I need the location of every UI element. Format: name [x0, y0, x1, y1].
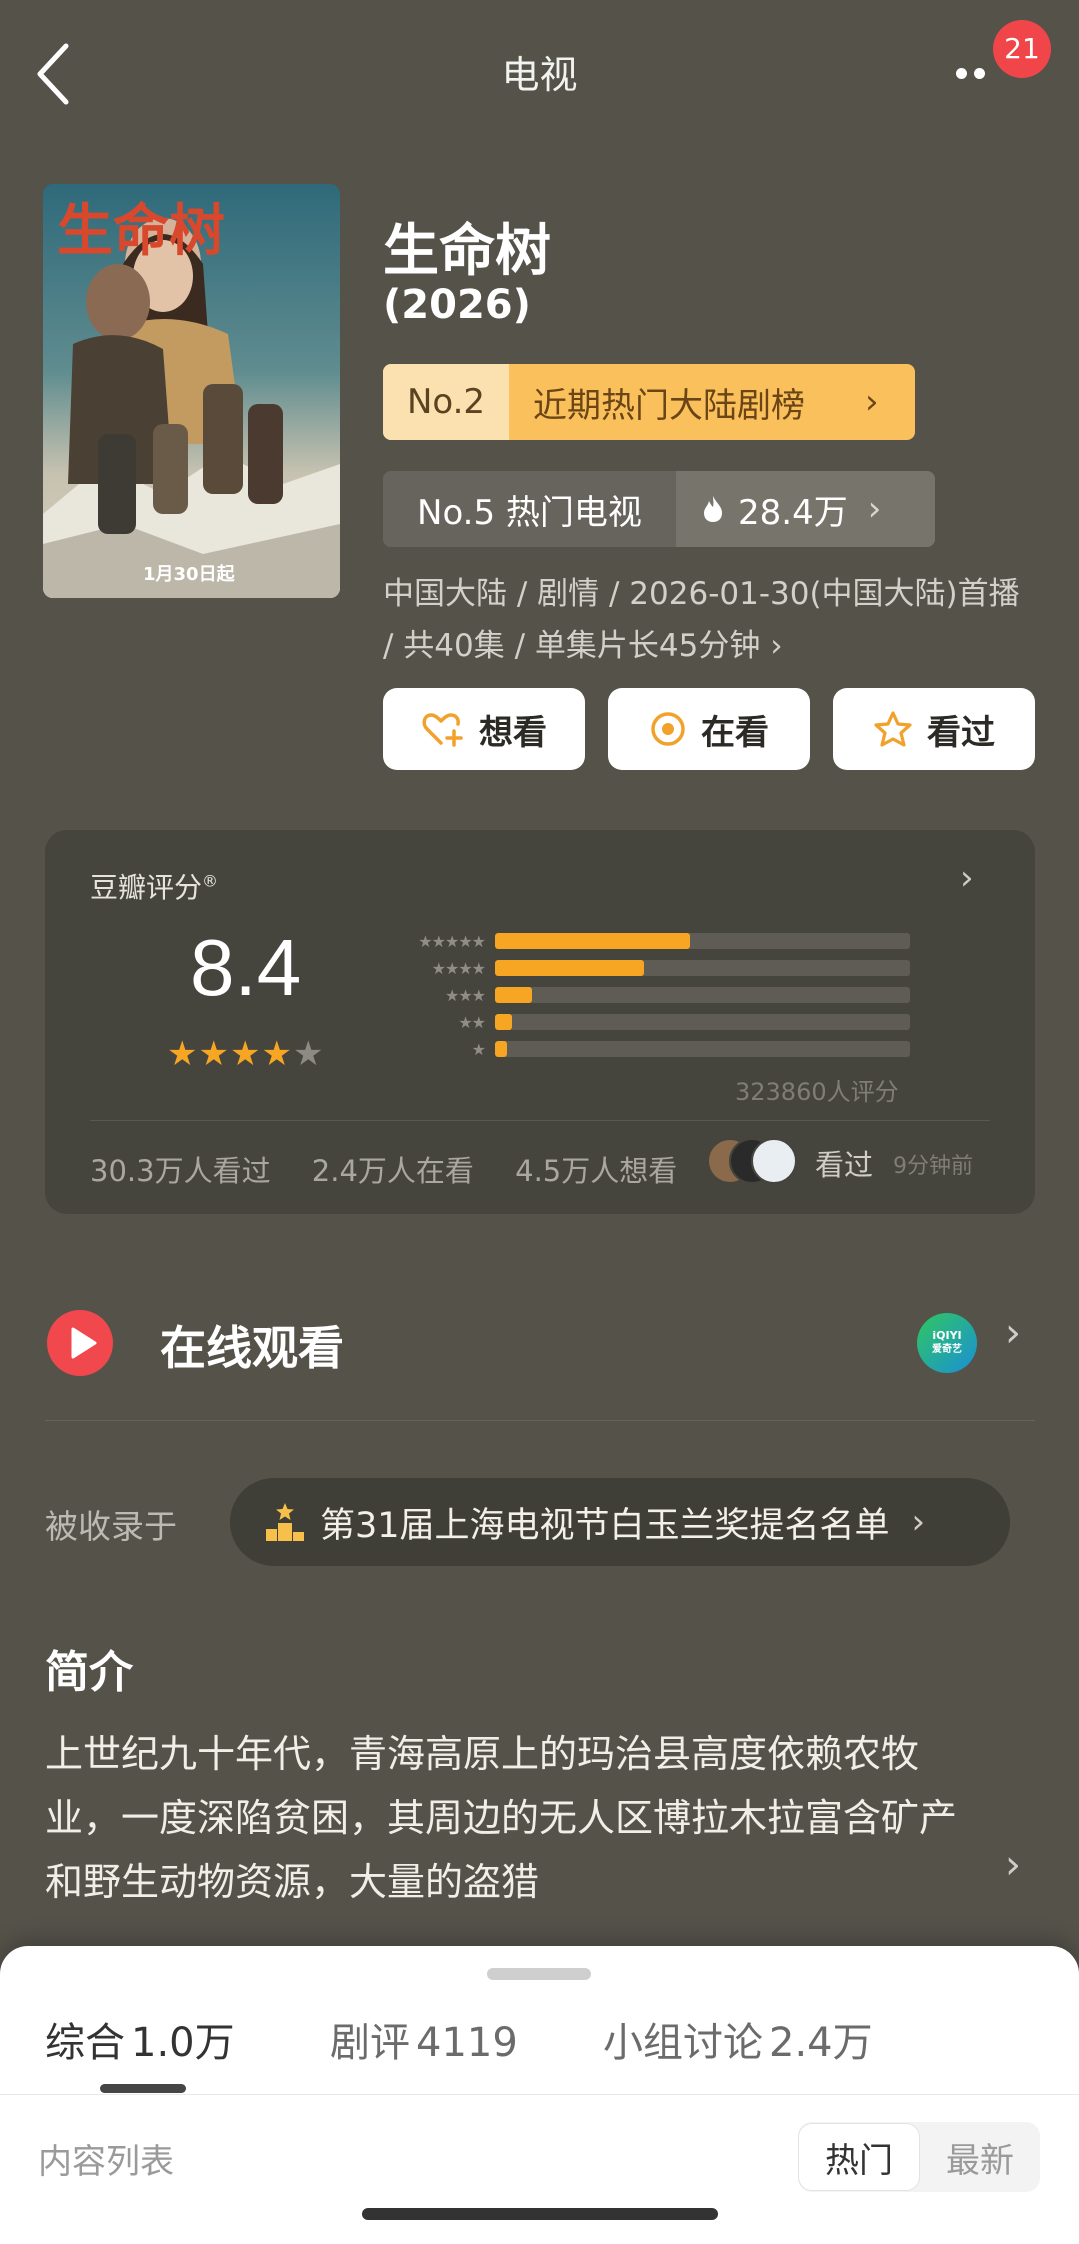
- flame-icon: [704, 496, 722, 522]
- watched-count: 30.3万人看过: [90, 1154, 271, 1188]
- tab-count: 2.4万: [769, 2020, 873, 2066]
- rating-bar-4: ★★★★: [397, 958, 910, 978]
- rating-stars: ★★★★★: [167, 1034, 324, 1074]
- chevron-right-icon[interactable]: ›: [1005, 1310, 1021, 1356]
- rank-badge[interactable]: No.2 近期热门大陆剧榜 ›: [383, 364, 915, 440]
- page-title: 电视: [501, 53, 578, 97]
- synopsis-title: 简介: [45, 1647, 133, 1698]
- poster-image[interactable]: 生命树 1月30日起: [43, 184, 340, 598]
- online-watch-label[interactable]: 在线观看: [160, 1312, 344, 1378]
- watching-circle-icon: [651, 712, 685, 746]
- home-indicator[interactable]: [362, 2208, 718, 2220]
- watching-count: 2.4万人在看: [311, 1154, 474, 1188]
- chevron-right-icon: ›: [911, 1502, 926, 1542]
- tab-group-discussion[interactable]: 小组讨论 2.4万: [603, 2010, 873, 2068]
- bar-fill: [495, 933, 691, 949]
- watched-button[interactable]: 看过: [833, 688, 1035, 770]
- play-icon[interactable]: [47, 1310, 113, 1376]
- movie-meta[interactable]: 中国大陆 / 剧情 / 2026-01-30(中国大陆)首播 / 共40集 / …: [383, 568, 1033, 672]
- drag-handle[interactable]: [487, 1968, 591, 1980]
- registered-mark: ®: [202, 871, 219, 891]
- tab-count: 1.0万: [131, 2020, 235, 2066]
- hot-value: 28.4万 ›: [676, 471, 935, 547]
- bar-stars-label: ★★★: [444, 985, 486, 1005]
- chevron-right-icon: ›: [867, 489, 882, 529]
- star-empty-icon: ★: [292, 1034, 325, 1074]
- bar-fill: [495, 1014, 512, 1030]
- watch-stats: 30.3万人看过 2.4万人在看 4.5万人想看: [90, 1148, 709, 1190]
- rating-card[interactable]: 豆瓣评分® › 8.4 ★★★★★ ★★★★★ ★★★★ ★★★ ★★ ★ 32…: [45, 830, 1035, 1214]
- rating-bar-2: ★★: [397, 1012, 910, 1032]
- star-filled-icon: ★: [261, 1034, 293, 1074]
- iqiyi-logo-icon[interactable]: iQIYI 爱奇艺: [917, 1313, 977, 1373]
- chevron-right-icon: ›: [865, 382, 879, 422]
- star-filled-icon: ★: [229, 1034, 262, 1074]
- rank-number: No.2: [383, 364, 509, 440]
- chevron-right-icon[interactable]: ›: [960, 858, 974, 898]
- movie-title: 生命树: [383, 219, 551, 284]
- watching-label: 在看: [701, 712, 769, 753]
- bar-stars-label: ★★★★★: [418, 931, 486, 951]
- sort-toggle[interactable]: 热门 最新: [798, 2122, 1040, 2192]
- more-dot-icon: [956, 68, 967, 79]
- rating-bar-5: ★★★★★: [397, 931, 910, 951]
- chevron-right-icon[interactable]: ›: [1005, 1842, 1021, 1888]
- bar-fill: [495, 960, 645, 976]
- rating-label-text: 豆瓣评分: [90, 871, 203, 904]
- more-dot-icon: [974, 68, 985, 79]
- tab-label: 小组讨论: [603, 2020, 763, 2066]
- iqiyi-logo-subtext: 爱奇艺: [932, 1344, 962, 1355]
- hot-rank-label: No.5 热门电视: [383, 471, 676, 547]
- star-outline-icon: [874, 711, 912, 747]
- friends-seen-time: 9分钟前: [893, 1154, 973, 1179]
- watched-label: 看过: [927, 712, 995, 753]
- sort-hot-button[interactable]: 热门: [798, 2123, 920, 2191]
- rating-count: 323860人评分: [735, 1078, 899, 1106]
- bar-stars-label: ★★: [458, 1012, 486, 1032]
- tab-label: 综合: [45, 2020, 125, 2066]
- divider: [45, 1420, 1035, 1421]
- poster-title-text: 生命树: [57, 199, 225, 264]
- watching-button[interactable]: 在看: [608, 688, 810, 770]
- bar-stars-label: ★: [471, 1039, 486, 1059]
- divider: [90, 1120, 990, 1121]
- rank-label: 近期热门大陆剧榜: [533, 385, 805, 426]
- bar-fill: [495, 987, 533, 1003]
- collected-list-chip[interactable]: 第31届上海电视节白玉兰奖提名名单 ›: [230, 1478, 1010, 1566]
- heart-plus-icon: [422, 713, 463, 747]
- poster-date-text: 1月30日起: [143, 563, 236, 585]
- divider: [0, 2094, 1079, 2095]
- friend-avatars[interactable]: [707, 1138, 807, 1186]
- avatar: [751, 1138, 797, 1184]
- bar-fill: [495, 1041, 508, 1057]
- hot-value-text: 28.4万: [738, 492, 848, 533]
- want-button[interactable]: 想看: [383, 688, 585, 770]
- iqiyi-logo-text: iQIYI: [932, 1329, 962, 1342]
- star-filled-icon: ★: [167, 1034, 199, 1074]
- tab-indicator: [100, 2084, 186, 2093]
- content-list-label: 内容列表: [38, 2142, 174, 2182]
- tab-overview[interactable]: 综合 1.0万: [45, 2010, 235, 2068]
- hot-badge[interactable]: No.5 热门电视 28.4万 ›: [383, 471, 935, 547]
- want-count: 4.5万人想看: [515, 1154, 678, 1188]
- movie-year: (2026): [383, 282, 531, 328]
- rating-bar-1: ★: [397, 1039, 910, 1059]
- collected-label: 被收录于: [45, 1507, 177, 1546]
- star-filled-icon: ★: [198, 1034, 230, 1074]
- bar-stars-label: ★★★★: [431, 958, 486, 978]
- rating-bar-3: ★★★: [397, 985, 910, 1005]
- bottom-sheet[interactable]: 综合 1.0万 剧评 4119 小组讨论 2.4万 内容列表 热门 最新: [0, 1946, 1079, 2244]
- tab-reviews[interactable]: 剧评 4119: [330, 2010, 518, 2068]
- podium-icon: [266, 1503, 304, 1541]
- rating-label: 豆瓣评分®: [90, 866, 218, 906]
- collected-list-title: 第31届上海电视节白玉兰奖提名名单: [320, 1505, 890, 1546]
- sort-new-button[interactable]: 最新: [920, 2133, 1040, 2182]
- want-label: 想看: [479, 712, 547, 753]
- more-button[interactable]: [950, 50, 1000, 90]
- tab-label: 剧评: [330, 2020, 410, 2066]
- tab-count: 4119: [416, 2020, 518, 2066]
- rating-score: 8.4: [190, 923, 302, 1012]
- friends-seen-text: 看过: [815, 1148, 874, 1182]
- notification-badge[interactable]: 21: [993, 20, 1051, 78]
